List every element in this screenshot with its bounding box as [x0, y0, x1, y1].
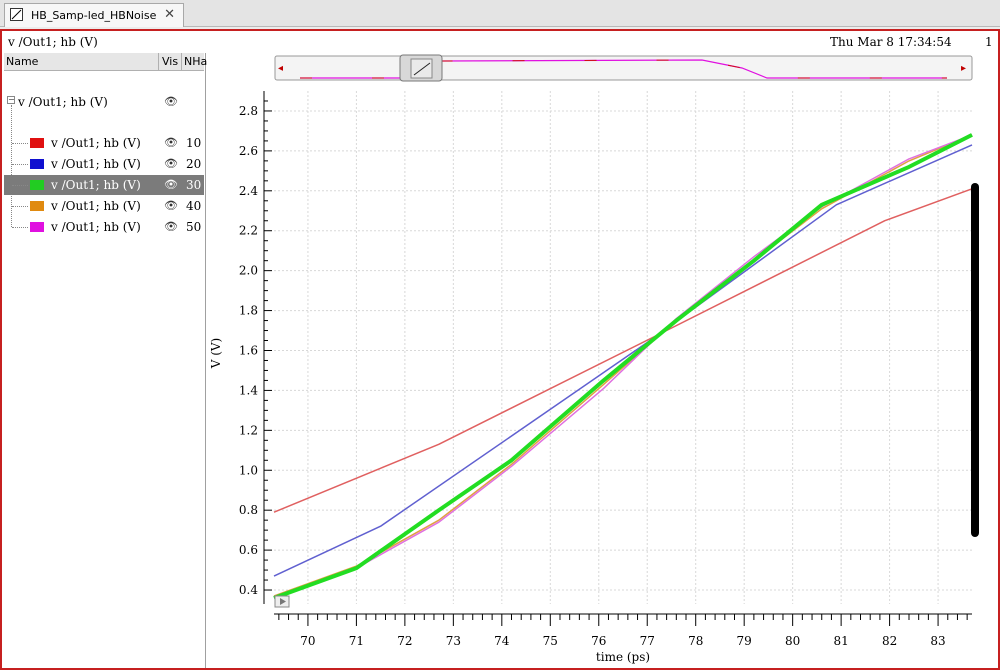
tab-hb-samp-led[interactable]: HB_Samp-led_HBNoise ✕	[4, 3, 184, 27]
overview-strip	[274, 55, 973, 81]
left-arrow-icon: ◂	[278, 63, 283, 74]
x-tick-label: 78	[688, 634, 703, 648]
y-tick-label: 1.8	[239, 304, 258, 318]
y-tick-label: 2.8	[239, 104, 258, 118]
x-tick-label: 77	[640, 634, 655, 648]
x-tick-label: 79	[737, 634, 752, 648]
x-axis-label: time (ps)	[596, 650, 650, 664]
y-tick-label: 0.4	[239, 583, 258, 597]
x-tick-label: 80	[785, 634, 800, 648]
y-tick-label: 2.4	[239, 184, 258, 198]
y-tick-label: 1.6	[239, 343, 258, 357]
x-tick-label: 82	[882, 634, 897, 648]
x-tick-label: 76	[591, 634, 606, 648]
x-tick-label: 83	[930, 634, 945, 648]
x-tick-label: 70	[300, 634, 315, 648]
y-tick-label: 0.6	[239, 543, 258, 557]
y-axis-label: V (V)	[209, 338, 223, 370]
right-arrow-icon: ▸	[961, 63, 966, 74]
x-tick-label: 71	[349, 634, 364, 648]
vertical-scrollbar[interactable]	[971, 183, 979, 537]
tab-bar: HB_Samp-led_HBNoise ✕	[0, 0, 1000, 27]
chart-area: ◂ ▸ 0.4 0.6 0.8 1.0 1.2 1.4 1.6 1.8 2.0 2.2 2.4 2.6 2.…	[209, 54, 973, 664]
series-line-30	[273, 133, 973, 600]
y-tick-label: 1.2	[239, 423, 258, 437]
x-tick-label: 74	[494, 634, 510, 648]
series-line-20	[273, 144, 973, 577]
tab-title: HB_Samp-led_HBNoise	[31, 9, 157, 22]
y-tick-label: 2.6	[239, 144, 258, 158]
y-tick-label: 0.8	[239, 503, 258, 517]
y-tick-label: 1.0	[239, 463, 258, 477]
x-tick-label: 75	[543, 634, 558, 648]
waveform-window-icon	[10, 8, 23, 21]
y-tick-label: 2.2	[239, 224, 258, 238]
x-tick-label: 73	[446, 634, 461, 648]
x-tick-label: 81	[833, 634, 848, 648]
close-icon[interactable]: ✕	[164, 7, 175, 22]
y-tick-label: 2.0	[239, 264, 258, 278]
x-tick-label: 72	[397, 634, 412, 648]
graph-window: v /Out1; hb (V) Thu Mar 8 17:34:54 1 Nam…	[0, 29, 1000, 670]
y-tick-label: 1.4	[239, 383, 258, 397]
